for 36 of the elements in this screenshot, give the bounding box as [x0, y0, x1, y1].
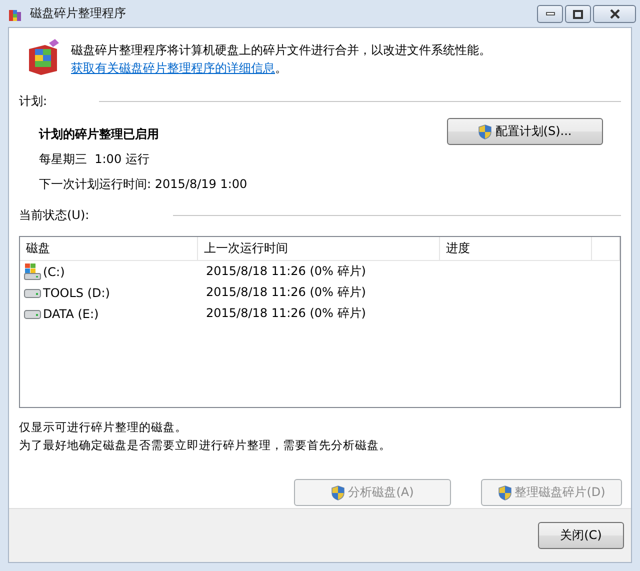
close-button[interactable] — [593, 5, 636, 23]
maximize-button[interactable] — [565, 5, 591, 23]
last-run-cell-text: 2015/8/18 11:26 (0% 碎片) — [205, 305, 367, 322]
column-header[interactable]: 上一次运行时间 — [198, 237, 440, 260]
disk-row[interactable]: DATA (E:) 2015/8/18 11:26 (0% 碎片) — [20, 303, 620, 324]
schedule-frequency: 每星期三 1:00 运行 — [39, 151, 150, 168]
last-run-cell-text: 2015/8/18 11:26 (0% 碎片) — [205, 284, 367, 301]
maximize-icon — [573, 10, 583, 18]
minimize-icon — [546, 12, 554, 16]
shield-icon — [498, 484, 512, 500]
disk-row[interactable]: (C:) 2015/8/18 11:26 (0% 碎片) — [20, 261, 620, 282]
drive-icon — [24, 288, 41, 298]
shield-icon — [478, 124, 492, 140]
disk-name: DATA (E:) — [43, 306, 99, 320]
disk-name: (C:) — [43, 264, 65, 278]
last-run-cell-text: 2015/8/18 11:26 (0% 碎片) — [205, 263, 367, 280]
column-header[interactable]: 磁盘 — [20, 237, 198, 260]
disk-name: TOOLS (D:) — [43, 286, 110, 300]
status-heading: 当前状态(U): — [19, 207, 90, 224]
schedule-status: 计划的碎片整理已启用 — [39, 126, 160, 143]
note-text: 仅显示可进行碎片整理的磁盘。 — [19, 420, 188, 435]
schedule-heading: 计划: — [19, 93, 48, 110]
note-text: 为了最好地确定磁盘是否需要立即进行碎片整理，需要首先分析磁盘。 — [19, 438, 392, 453]
close-icon — [610, 9, 620, 19]
disk-row[interactable]: TOOLS (D:) 2015/8/18 11:26 (0% 碎片) — [20, 282, 620, 303]
configure-schedule-button[interactable]: 配置计划(S)... — [447, 118, 603, 145]
shield-icon — [331, 484, 346, 500]
next-run-text: 下一次计划运行时间: 2015/8/19 1:00 — [39, 176, 248, 193]
minimize-button[interactable] — [537, 5, 563, 23]
window-title: 磁盘碎片整理程序 — [30, 5, 127, 22]
description-text: 磁盘碎片整理程序将计算机硬盘上的碎片文件进行合并，以改进文件系统性能。 获取有关磁盘碎片整理程序的详细信息。 — [71, 42, 492, 77]
more-info-link[interactable]: 获取有关磁盘碎片整理程序的详细信息 — [71, 61, 275, 75]
system-drive-icon — [24, 263, 41, 280]
drive-icon — [24, 308, 41, 318]
close-dialog-button[interactable]: 关闭(C) — [538, 522, 624, 549]
column-header[interactable]: 进度 — [440, 237, 592, 260]
